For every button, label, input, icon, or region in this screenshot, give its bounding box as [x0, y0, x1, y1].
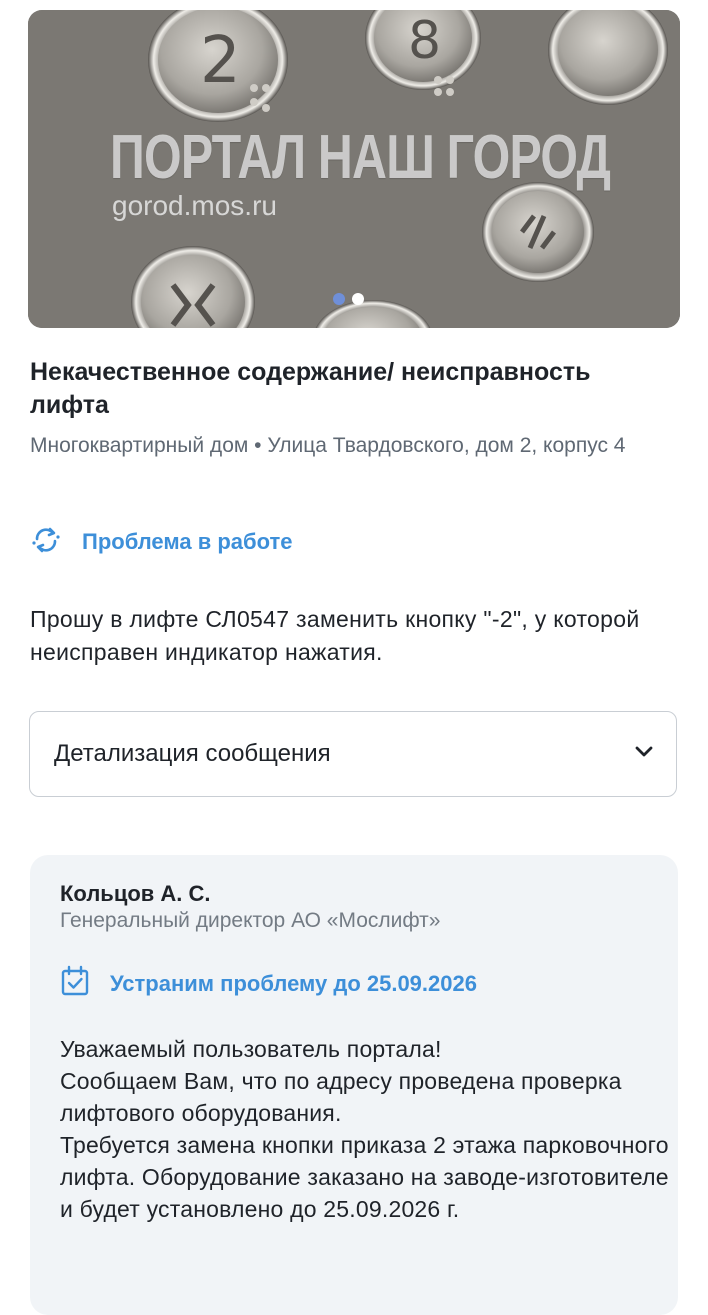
responder-name: Кольцов А. С.: [60, 881, 211, 906]
resolution-deadline: Устраним проблему до 25.09.2026: [60, 965, 477, 1002]
response-text: Уважаемый пользователь портала! Сообщаем…: [60, 1036, 669, 1222]
gallery-dot-2[interactable]: [352, 293, 364, 305]
calendar-check-icon: [60, 965, 90, 1002]
svg-text:2: 2: [200, 24, 241, 98]
problem-photo[interactable]: 2 8 ПОРТАЛ НАШ ГОРОД gorod.mos.ru: [28, 10, 680, 328]
official-response-card: Кольцов А. С. Генеральный директор АО «М…: [30, 855, 678, 1315]
deadline-text: Устраним проблему до 25.09.2026: [110, 970, 477, 996]
gallery-pagination: [333, 293, 364, 305]
gallery-dot-1[interactable]: [333, 293, 345, 305]
watermark-url: gorod.mos.ru: [112, 190, 277, 221]
problem-status: Проблема в работе: [30, 524, 293, 560]
chevron-down-icon: [632, 740, 656, 769]
watermark-title: ПОРТАЛ НАШ ГОРОД: [110, 123, 611, 192]
problem-description: Прошу в лифте СЛ0547 заменить кнопку "-2…: [30, 606, 640, 665]
responder-role: Генеральный директор АО «Мослифт»: [60, 909, 441, 932]
message-details-toggle[interactable]: Детализация сообщения: [29, 711, 677, 797]
svg-text:8: 8: [408, 11, 441, 71]
status-text: Проблема в работе: [82, 529, 293, 554]
problem-title: Некачественное содержание/ неисправность…: [30, 358, 591, 419]
refresh-cycle-icon: [30, 524, 62, 561]
problem-address: Многоквартирный дом • Улица Твардовского…: [30, 434, 626, 457]
message-details-label: Детализация сообщения: [54, 740, 331, 767]
